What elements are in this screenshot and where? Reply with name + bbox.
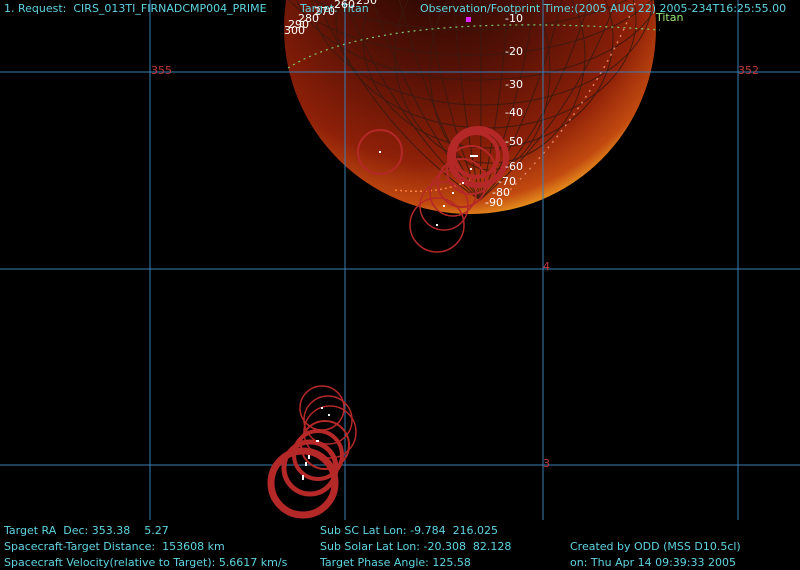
request-label: 1. Request: CIRS_013TI_FIRNADCMP004_PRIM… xyxy=(4,2,267,15)
latitude-label: -40 xyxy=(505,106,523,119)
latitude-label: -30 xyxy=(505,78,523,91)
spacecraft-velocity: Spacecraft Velocity(relative to Target):… xyxy=(4,556,288,569)
longitude-label: 270 xyxy=(314,5,335,18)
target-name-label: Titan xyxy=(656,11,684,24)
created-by: Created by ODD (MSS D10.5cl) xyxy=(570,540,741,553)
longitude-label: 250 xyxy=(356,0,377,7)
dec-label-4: 4 xyxy=(543,260,550,273)
latitude-label: -10 xyxy=(505,12,523,25)
latitude-label: -50 xyxy=(505,135,523,148)
sub-sc-lat-lon: Sub SC Lat Lon: -9.784 216.025 xyxy=(320,524,499,537)
latitude-label: -20 xyxy=(505,45,523,58)
ra-label-355: 355 xyxy=(151,64,172,77)
target-ra-dec: Target RA Dec: 353.38 5.27 xyxy=(4,524,169,537)
ra-label-352: 352 xyxy=(738,64,759,77)
sub-solar-lat-lon: Sub Solar Lat Lon: -20.308 82.128 xyxy=(320,540,512,553)
spacecraft-target-distance: Spacecraft-Target Distance: 153608 km xyxy=(4,540,225,553)
footprint-cluster-lower xyxy=(267,385,357,519)
observation-plot xyxy=(0,0,800,520)
observation-time-label: Observation/Footprint Time:(2005 AUG 22)… xyxy=(420,2,787,15)
latitude-label: -60 xyxy=(505,160,523,173)
sun-marker xyxy=(466,17,471,22)
target-phase-angle: Target Phase Angle: 125.58 xyxy=(320,556,471,569)
latitude-label: -90 xyxy=(485,196,503,209)
longitude-label: 260 xyxy=(334,0,355,11)
created-on: on: Thu Apr 14 09:39:33 2005 xyxy=(570,556,736,569)
dec-label-3: 3 xyxy=(543,457,550,470)
